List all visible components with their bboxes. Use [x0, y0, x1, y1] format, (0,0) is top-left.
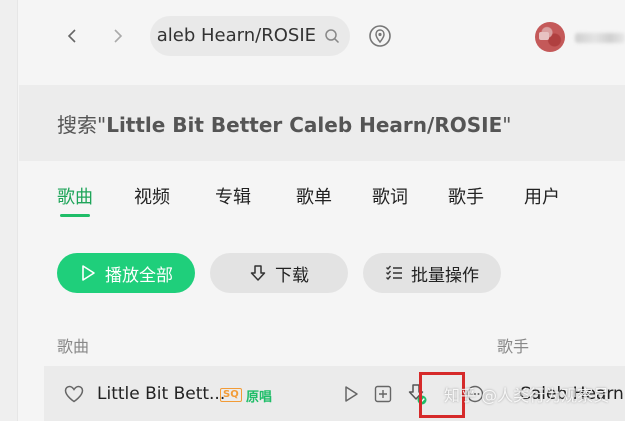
list-check-icon [386, 265, 402, 281]
title-prefix: 搜索" [57, 113, 107, 137]
tab-songs[interactable]: 歌曲 [57, 183, 93, 209]
back-button[interactable] [59, 22, 87, 50]
title-query: Little Bit Better Caleb Hearn/ROSIE [106, 113, 503, 137]
result-tabs: 歌曲 视频 专辑 歌单 歌词 歌手 用户 [19, 183, 625, 223]
left-sidebar-strip [0, 0, 18, 421]
column-header-song[interactable]: 歌曲 [57, 333, 89, 357]
search-result-header: 搜索"Little Bit Better Caleb Hearn/ROSIE" [19, 85, 625, 161]
music-app-window: aleb Hearn/ROSIE 搜索"Little Bit Better Ca… [19, 0, 625, 421]
active-tab-indicator [60, 214, 90, 217]
title-suffix: " [502, 113, 512, 137]
download-icon [250, 265, 266, 281]
tab-playlists[interactable]: 歌单 [296, 183, 332, 209]
tab-singers[interactable]: 歌手 [448, 183, 484, 209]
avatar[interactable] [535, 22, 565, 52]
original-badge: 原唱 [246, 390, 273, 405]
chevron-left-icon [67, 29, 76, 43]
batch-operation-button[interactable]: 批量操作 [363, 253, 501, 293]
tab-videos[interactable]: 视频 [134, 183, 170, 209]
tab-lyrics[interactable]: 歌词 [372, 183, 408, 209]
forward-button[interactable] [103, 22, 131, 50]
listen-recognize-icon[interactable] [367, 23, 393, 49]
chevron-right-icon [114, 29, 123, 43]
batch-label: 批量操作 [411, 265, 479, 286]
play-all-label: 播放全部 [105, 265, 173, 286]
tab-albums[interactable]: 专辑 [215, 183, 251, 209]
download-label: 下载 [275, 265, 309, 286]
search-input-value: aleb Hearn/ROSIE [156, 25, 316, 46]
download-button[interactable]: 下载 [210, 253, 348, 293]
heart-icon[interactable] [64, 385, 84, 403]
watermark-text: 知乎 @人类行为观察员 [444, 386, 610, 405]
tab-users[interactable]: 用户 [524, 183, 560, 209]
search-input[interactable]: aleb Hearn/ROSIE [150, 16, 350, 56]
play-icon [82, 265, 95, 281]
column-header-singer[interactable]: 歌手 [497, 333, 529, 357]
play-all-button[interactable]: 播放全部 [57, 253, 195, 293]
top-bar: aleb Hearn/ROSIE [19, 0, 625, 80]
page-title: 搜索"Little Bit Better Caleb Hearn/ROSIE" [57, 109, 511, 138]
username-blurred[interactable] [575, 33, 625, 43]
search-icon[interactable] [324, 28, 340, 44]
add-to-playlist-icon[interactable] [374, 385, 392, 403]
sq-quality-badge: SQ [220, 388, 242, 402]
song-title[interactable]: Little Bit Bett... [97, 384, 225, 404]
play-icon[interactable] [342, 385, 360, 403]
